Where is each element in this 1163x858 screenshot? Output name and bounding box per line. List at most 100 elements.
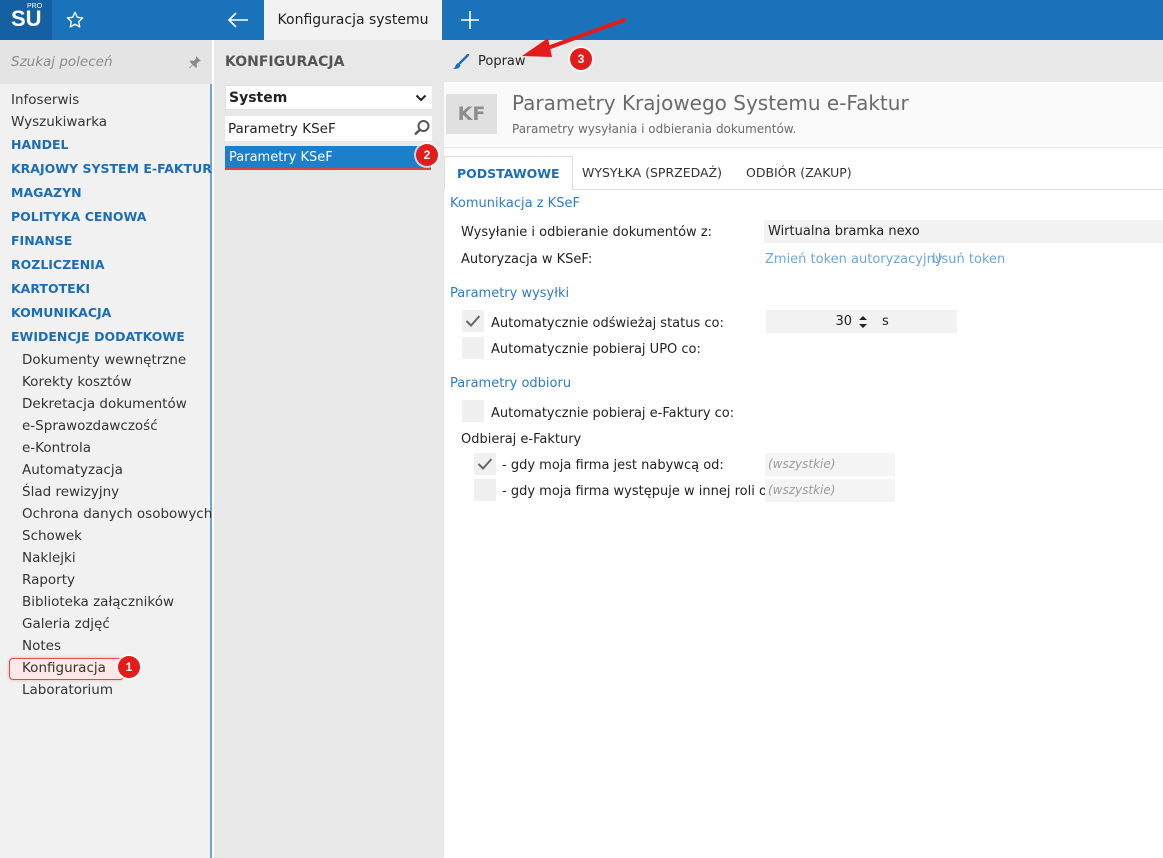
auto-download-checkbox[interactable] (462, 400, 484, 422)
sidebar-item-label: Wyszukiwarka (11, 114, 108, 130)
section-odbioru-title: Parametry odbioru (450, 376, 572, 391)
sidebar: Szukaj poleceń Infoserwis Wyszukiwarka HAN… (0, 40, 212, 858)
sidebar-item-dokumenty-wewnętrzne[interactable]: Dokumenty wewnętrzne (0, 349, 210, 371)
sidebar-item-label: FINANSE (11, 233, 73, 248)
sidebar-item-e-kontrola[interactable]: e-Kontrola (0, 437, 210, 459)
sidebar-item-label: POLITYKA CENOWA (11, 209, 147, 224)
buyer-source-input[interactable]: (wszystkie) (765, 453, 895, 476)
config-search-input[interactable]: Parametry KSeF (225, 116, 434, 141)
toolbar: Popraw (432, 40, 1163, 82)
check-icon (477, 458, 493, 470)
logo-superscript: PRO (27, 3, 43, 10)
chevron-down-icon (415, 94, 427, 102)
config-search-value: Parametry KSeF (228, 121, 336, 137)
search-icon[interactable] (413, 119, 431, 137)
sidebar-item-naklejki[interactable]: Naklejki (0, 547, 210, 569)
pin-icon[interactable] (188, 55, 202, 69)
sidebar-item-label: Raporty (22, 572, 76, 588)
sidebar-item-label: Konfiguracja (22, 660, 106, 676)
config-category-value: System (229, 90, 288, 106)
remove-token-link[interactable]: Usuń token (932, 252, 1005, 267)
sidebar-item-label: EWIDENCJE DODATKOWE (11, 329, 185, 344)
sidebar-item-label: MAGAZYN (11, 185, 82, 200)
sidebar-category-handel[interactable]: HANDEL (0, 133, 210, 157)
sidebar-item-label: e-Sprawozdawczość (22, 418, 158, 434)
command-search-input[interactable]: Szukaj poleceń (0, 40, 212, 84)
other-role-checkbox[interactable] (474, 479, 496, 501)
sidebar-item-label: Ochrona danych osobowych (22, 506, 213, 522)
brush-icon (453, 54, 470, 69)
sidebar-item-ochrona-danych-osobowych[interactable]: Ochrona danych osobowych (0, 503, 213, 525)
sidebar-item-label: Laboratorium (22, 682, 114, 698)
sidebar-category-rozliczenia[interactable]: ROZLICZENIA (0, 253, 210, 277)
sidebar-item-schowek[interactable]: Schowek (0, 525, 210, 547)
sidebar-category-finanse[interactable]: FINANSE (0, 229, 210, 253)
sidebar-item-label: Infoserwis (11, 92, 80, 108)
config-category-select[interactable]: System (225, 85, 434, 110)
top-bar: SU PRO Konfiguracja systemu (0, 0, 1163, 40)
sidebar-item-label: KOMUNIKACJA (11, 305, 112, 320)
module-badge: KF (446, 94, 497, 134)
stepper-arrows-icon[interactable] (858, 314, 868, 330)
sidebar-item-raporty[interactable]: Raporty (0, 569, 210, 591)
sidebar-item-automatyzacja[interactable]: Automatyzacja (0, 459, 210, 481)
app-logo[interactable]: SU PRO (0, 0, 52, 40)
sidebar-item-galeria-zdjęć[interactable]: Galeria zdjęć (0, 613, 210, 635)
sidebar-item-label: Dekretacja dokumentów (22, 396, 187, 412)
tab-konfiguracja-systemu[interactable]: Konfiguracja systemu (264, 0, 442, 40)
check-icon (465, 315, 481, 327)
sidebar-item-label: Dokumenty wewnętrzne (22, 352, 187, 368)
sidebar-item-label: Naklejki (22, 550, 76, 566)
other-role-source-input[interactable]: (wszystkie) (765, 479, 895, 502)
annotation-badge-1: 1 (118, 656, 140, 678)
favorites-button[interactable] (52, 0, 98, 40)
buyer-checkbox[interactable] (474, 453, 496, 475)
tab-podstawowe[interactable]: PODSTAWOWE (444, 156, 573, 191)
sidebar-item-konfiguracja[interactable]: Konfiguracja (0, 657, 210, 680)
auth-label: Autoryzacja w KSeF: (461, 252, 593, 267)
sidebar-item-ślad-rewizyjny[interactable]: Ślad rewizyjny (0, 481, 210, 503)
sidebar-category-krajowy-system-e-faktur[interactable]: KRAJOWY SYSTEM E-FAKTUR (0, 157, 212, 181)
page-subtitle: Parametry wysyłania i odbierania dokumen… (512, 122, 797, 136)
sidebar-item-dekretacja-dokumentów[interactable]: Dekretacja dokumentów (0, 393, 210, 415)
section-komunikacja-title: Komunikacja z KSeF (450, 196, 580, 211)
sidebar-nav: Infoserwis Wyszukiwarka HANDEL KRAJOWY SYST… (0, 89, 213, 701)
back-button[interactable] (214, 0, 262, 40)
tab-bar: PODSTAWOWE WYSYŁKA (SPRZEDAŻ) ODBIÓR (ZA… (444, 156, 1163, 191)
send-receive-value[interactable]: Wirtualna bramka nexo (764, 220, 1163, 243)
sidebar-category-komunikacja[interactable]: KOMUNIKACJA (0, 301, 210, 325)
new-tab-button[interactable] (444, 0, 494, 40)
sidebar-item-label: ROZLICZENIA (11, 257, 105, 272)
receive-invoices-label: Odbieraj e-Faktury (461, 432, 582, 447)
page-header: KF Parametry Krajowego Systemu e-Faktur … (444, 82, 1163, 148)
upo-label: Automatycznie pobieraj UPO co: (491, 342, 701, 357)
annotation-badge-2: 2 (416, 144, 438, 166)
main-area: Popraw KF Parametry Krajowego Systemu e-… (432, 40, 1163, 858)
config-panel: KONFIGURACJA System Parametry KSeF Param… (214, 40, 434, 858)
sidebar-category-ewidencje-dodatkowe[interactable]: EWIDENCJE DODATKOWE (0, 325, 210, 349)
config-panel-title: KONFIGURACJA (225, 54, 345, 70)
sidebar-item-laboratorium[interactable]: Laboratorium (0, 679, 210, 701)
sidebar-item-notes[interactable]: Notes (0, 635, 210, 657)
tab-wysylka[interactable]: WYSYŁKA (SPRZEDAŻ) (570, 156, 734, 190)
sidebar-item-korekty-kosztów[interactable]: Korekty kosztów (0, 371, 210, 393)
tab-odbior[interactable]: ODBIÓR (ZAKUP) (734, 156, 864, 190)
sidebar-category-kartoteki[interactable]: KARTOTEKI (0, 277, 210, 301)
upo-checkbox[interactable] (462, 337, 484, 359)
sidebar-item-wyszukiwarka[interactable]: Wyszukiwarka (0, 111, 210, 133)
sidebar-item-infoserwis[interactable]: Infoserwis (0, 89, 210, 111)
refresh-status-label: Automatycznie odświeżaj status co: (491, 316, 724, 331)
sidebar-item-e-sprawozdawczość[interactable]: e-Sprawozdawczość (0, 415, 210, 437)
sidebar-item-biblioteka-załączników[interactable]: Biblioteka załączników (0, 591, 210, 613)
sidebar-item-label: Galeria zdjęć (22, 616, 110, 632)
refresh-unit: s (878, 310, 957, 333)
edit-button-label: Popraw (478, 54, 526, 69)
star-icon (66, 11, 84, 28)
section-wysylki-title: Parametry wysyłki (450, 286, 570, 301)
content-panel: KF Parametry Krajowego Systemu e-Faktur … (444, 82, 1163, 858)
change-token-link[interactable]: Zmień token autoryzacyjny (765, 252, 943, 267)
config-list-item-parametry-ksef[interactable]: Parametry KSeF (225, 146, 431, 170)
refresh-status-checkbox[interactable] (462, 310, 484, 332)
sidebar-category-magazyn[interactable]: MAGAZYN (0, 181, 210, 205)
sidebar-category-polityka-cenowa[interactable]: POLITYKA CENOWA (0, 205, 210, 229)
